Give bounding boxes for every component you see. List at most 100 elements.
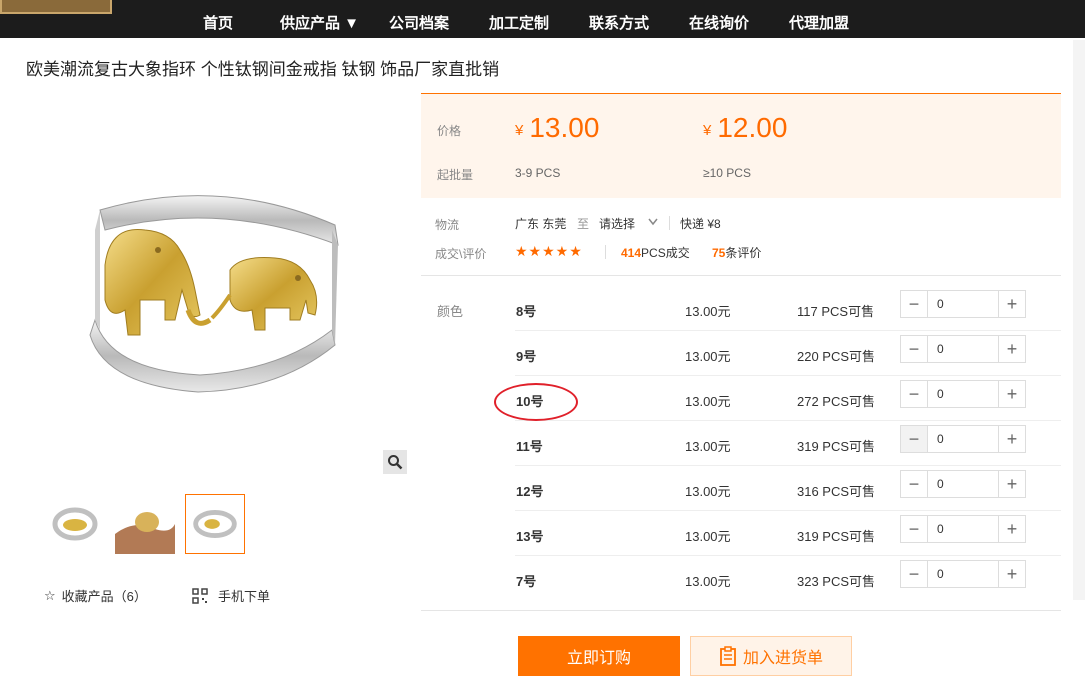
chevron-down-icon[interactable]: [648, 218, 658, 226]
variant-size: 7号: [516, 574, 537, 589]
price-value: 13.00: [529, 112, 600, 143]
page-scroll-edge: [1073, 40, 1085, 600]
top-nav-bar: 首页 供应产品 ▼ 公司档案 加工定制 联系方式 在线询价 代理加盟: [0, 0, 1085, 38]
clipboard-icon: [720, 646, 736, 666]
mobile-order[interactable]: 手机下单: [192, 586, 270, 605]
variant-size: 11号: [516, 439, 543, 454]
moq-label: 起批量: [437, 168, 474, 182]
currency-symbol: ¥: [515, 122, 524, 139]
variant-stock: 316 PCS可售: [797, 484, 876, 499]
variant-price: 13.00元: [685, 394, 731, 409]
variant-stock: 220 PCS可售: [797, 349, 876, 364]
currency-symbol: ¥: [703, 122, 712, 139]
mobile-order-label: 手机下单: [218, 589, 271, 604]
nav-home[interactable]: 首页: [203, 12, 233, 33]
nav-agent[interactable]: 代理加盟: [789, 12, 849, 33]
quantity-stepper: −0 +: [900, 560, 1026, 588]
order-now-button[interactable]: 立即订购: [518, 636, 680, 676]
variant-price: 13.00元: [685, 439, 731, 454]
price-label: 价格: [437, 124, 462, 138]
increment-button[interactable]: +: [998, 381, 1025, 407]
variant-size: 8号: [516, 304, 537, 319]
review-number: 75: [712, 246, 726, 260]
variant-price: 13.00元: [685, 574, 731, 589]
thumbnail-1[interactable]: [45, 494, 105, 554]
add-to-cart-label: 加入进货单: [742, 650, 823, 667]
zoom-button[interactable]: [383, 450, 407, 474]
quantity-stepper: −0 +: [900, 290, 1026, 318]
increment-button[interactable]: +: [998, 516, 1025, 542]
ship-from: 广东 东莞: [515, 217, 567, 231]
decrement-button[interactable]: −: [901, 426, 928, 452]
qr-code-icon: [192, 587, 208, 604]
quantity-stepper: −0 +: [900, 470, 1026, 498]
decrement-button[interactable]: −: [901, 336, 928, 362]
variant-price: 13.00元: [685, 349, 731, 364]
sold-count[interactable]: 414PCS成交: [621, 244, 690, 261]
variant-price: 13.00元: [685, 529, 731, 544]
section-divider: [421, 610, 1061, 611]
quantity-input[interactable]: 0: [928, 561, 998, 587]
variant-size: 13号: [516, 529, 544, 544]
sold-number: 414: [621, 246, 642, 260]
increment-button[interactable]: +: [998, 471, 1025, 497]
variant-row: 7号 13.00元 323 PCS可售 −0 +: [515, 556, 1061, 601]
decrement-button[interactable]: −: [901, 561, 928, 587]
price-box: 价格 ¥13.00 ¥12.00 起批量 3-9 PCS ≥10 PCS: [421, 93, 1061, 198]
price-tier-1: ¥13.00: [515, 112, 599, 144]
add-to-cart-button[interactable]: 加入进货单: [690, 636, 852, 676]
increment-button[interactable]: +: [998, 291, 1025, 317]
decrement-button[interactable]: −: [901, 291, 928, 317]
ship-to-word: 至: [577, 217, 590, 231]
nav-contact[interactable]: 联系方式: [589, 12, 649, 33]
nav-inquiry[interactable]: 在线询价: [689, 12, 749, 33]
main-product-image[interactable]: [70, 170, 380, 410]
sold-suffix: PCS成交: [641, 246, 690, 260]
section-divider: [421, 275, 1061, 276]
tier-2-qty: ≥10 PCS: [703, 166, 751, 180]
variant-price: 13.00元: [685, 484, 731, 499]
review-suffix: 条评价: [725, 246, 762, 260]
nav-company[interactable]: 公司档案: [389, 12, 449, 33]
quantity-input[interactable]: 0: [928, 336, 998, 362]
increment-button[interactable]: +: [998, 336, 1025, 362]
increment-button[interactable]: +: [998, 561, 1025, 587]
destination-select[interactable]: 请选择: [599, 215, 635, 232]
magnifier-icon: [388, 455, 403, 470]
divider: [605, 245, 606, 259]
quantity-input[interactable]: 0: [928, 291, 998, 317]
variant-row: 10号 13.00元 272 PCS可售 −0 +: [515, 376, 1061, 421]
increment-button[interactable]: +: [998, 426, 1025, 452]
thumbnail-2[interactable]: [115, 494, 175, 554]
variant-label: 颜色: [437, 304, 464, 319]
quantity-input[interactable]: 0: [928, 471, 998, 497]
variant-stock: 117 PCS可售: [797, 304, 875, 319]
annotation-circle: [494, 383, 578, 421]
variant-stock: 323 PCS可售: [797, 574, 876, 589]
variant-row: 8号 13.00元 117 PCS可售 −0 +: [515, 286, 1061, 331]
quantity-input[interactable]: 0: [928, 426, 998, 452]
quantity-stepper: −0 +: [900, 380, 1026, 408]
favorite-label: 收藏产品（6）: [61, 589, 147, 604]
site-logo[interactable]: [0, 0, 112, 14]
decrement-button[interactable]: −: [901, 471, 928, 497]
variant-stock: 319 PCS可售: [797, 439, 876, 454]
variant-size: 9号: [516, 349, 537, 364]
rating-stars: ★★★★★: [515, 243, 583, 259]
quantity-stepper: −0 +: [900, 335, 1026, 363]
reviews-label: 成交\评价: [435, 247, 487, 261]
decrement-button[interactable]: −: [901, 516, 928, 542]
variant-row: 9号 13.00元 220 PCS可售 −0 +: [515, 331, 1061, 376]
quantity-input[interactable]: 0: [928, 516, 998, 542]
thumbnail-3-selected[interactable]: [185, 494, 245, 554]
favorite-product[interactable]: ☆ 收藏产品（6）: [44, 586, 147, 605]
variant-stock: 272 PCS可售: [797, 394, 876, 409]
variant-size: 12号: [516, 484, 544, 499]
quantity-input[interactable]: 0: [928, 381, 998, 407]
decrement-button[interactable]: −: [901, 381, 928, 407]
price-tier-2: ¥12.00: [703, 112, 787, 144]
nav-products[interactable]: 供应产品 ▼: [280, 12, 359, 33]
review-count[interactable]: 75条评价: [712, 244, 761, 261]
variant-row: 13号 13.00元 319 PCS可售 −0 +: [515, 511, 1061, 556]
nav-custom[interactable]: 加工定制: [489, 12, 549, 33]
